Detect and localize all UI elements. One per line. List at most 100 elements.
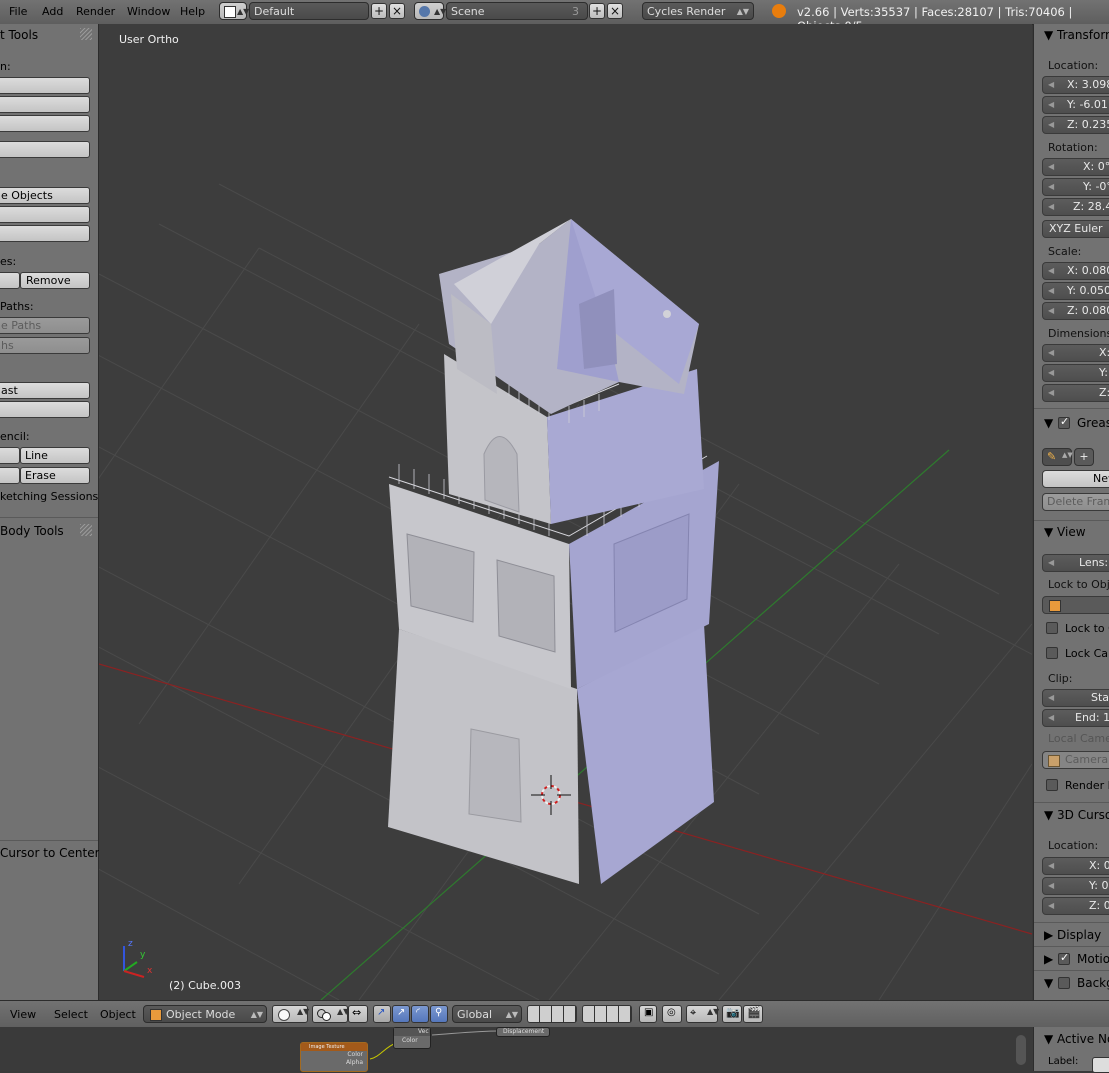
- add-scene-button[interactable]: +: [589, 3, 605, 19]
- rotation-y-field[interactable]: ◀Y: -0°: [1042, 178, 1109, 196]
- cursor-y-field[interactable]: ◀Y: 0.: [1042, 877, 1109, 895]
- scene-icon[interactable]: ▲▼: [414, 2, 446, 20]
- 3d-viewport[interactable]: User Ortho (2) Cube.003 z y x: [99, 24, 1032, 1000]
- translate-button[interactable]: [0, 77, 90, 94]
- cursor-z-field[interactable]: ◀Z: 0.: [1042, 897, 1109, 915]
- render-still-icon[interactable]: 📷: [722, 1005, 742, 1023]
- color-output-socket[interactable]: Color: [301, 1051, 367, 1059]
- pencil-icon[interactable]: ✎ ▲▼: [1042, 448, 1073, 466]
- manipulator-toggle-icon[interactable]: ⇔: [348, 1005, 368, 1023]
- menu-add[interactable]: Add: [42, 5, 63, 18]
- erase-button[interactable]: Erase: [20, 467, 90, 484]
- screen-layout-icon[interactable]: ▲▼: [219, 2, 249, 20]
- lock-object-field[interactable]: [1042, 596, 1109, 614]
- scale-x-field[interactable]: ◀ X: 0.080: [1042, 262, 1109, 280]
- set-origin-button[interactable]: [0, 225, 90, 242]
- scale-y-field[interactable]: ◀ Y: 0.050: [1042, 282, 1109, 300]
- background-images-checkbox[interactable]: [1058, 977, 1070, 989]
- clear-paths-button[interactable]: hs: [0, 337, 90, 354]
- camera-field[interactable]: Camera: [1042, 751, 1109, 769]
- scene-field[interactable]: Scene 3: [446, 2, 588, 20]
- vector-node[interactable]: Vec Color: [393, 1027, 431, 1049]
- 3d-cursor-panel-header[interactable]: ▼ 3D Curso: [1044, 808, 1109, 822]
- scale-z-field[interactable]: ◀ Z: 0.080: [1042, 302, 1109, 320]
- render-engine-select[interactable]: Cycles Render ▲▼: [642, 2, 754, 20]
- delete-frame-button[interactable]: Delete Frame: [1042, 493, 1109, 511]
- rotation-x-field[interactable]: ◀ X: 0°: [1042, 158, 1109, 176]
- rotate-manipulator-icon[interactable]: ↗: [392, 1005, 410, 1023]
- proportional-edit-icon[interactable]: ◎: [662, 1005, 682, 1023]
- line-button[interactable]: Line: [20, 447, 90, 464]
- lens-field[interactable]: ◀ Lens:: [1042, 554, 1109, 572]
- menu-help[interactable]: Help: [180, 5, 205, 18]
- motion-tracking-checkbox[interactable]: [1058, 951, 1070, 965]
- remove-layout-button[interactable]: ×: [389, 3, 405, 19]
- rigid-body-tools-header[interactable]: Body Tools: [0, 524, 64, 538]
- active-node-header[interactable]: ▼ Active No: [1044, 1032, 1109, 1046]
- render-border-checkbox[interactable]: [1046, 779, 1058, 791]
- menu-window[interactable]: Window: [127, 5, 170, 18]
- rotation-z-field[interactable]: ◀Z: 28.46: [1042, 198, 1109, 216]
- dimensions-y-field[interactable]: ◀Y: 0: [1042, 364, 1109, 382]
- repeat-last-button[interactable]: ast: [0, 382, 90, 399]
- edit-objects-button[interactable]: e Objects: [0, 187, 90, 204]
- join-button[interactable]: [0, 206, 90, 223]
- menu-select[interactable]: Select: [54, 1008, 88, 1021]
- menu-render[interactable]: Render: [76, 5, 115, 18]
- transform-orientation-select[interactable]: Global ▲▼: [452, 1005, 522, 1023]
- tower-mesh[interactable]: [388, 219, 719, 884]
- add-layout-button[interactable]: +: [371, 3, 387, 19]
- display-panel-header[interactable]: ▶ Display: [1044, 928, 1101, 942]
- displacement-node[interactable]: Displacement: [496, 1027, 550, 1037]
- grease-pencil-panel-header[interactable]: ▼: [1044, 416, 1053, 430]
- calculate-paths-button[interactable]: e Paths: [0, 317, 90, 334]
- history-button[interactable]: [0, 401, 90, 418]
- background-panel-header[interactable]: ▼: [1044, 976, 1053, 990]
- new-grease-pencil-button[interactable]: New: [1042, 470, 1109, 488]
- panel-drag-icon[interactable]: [80, 28, 92, 40]
- clip-start-field[interactable]: ◀Start:: [1042, 689, 1109, 707]
- add-button[interactable]: [0, 272, 20, 289]
- remove-scene-button[interactable]: ×: [607, 3, 623, 19]
- node-editor-scrollbar[interactable]: [1016, 1035, 1026, 1065]
- draw-button[interactable]: [0, 447, 20, 464]
- lock-camera-checkbox[interactable]: [1046, 647, 1058, 659]
- location-z-field[interactable]: ◀ Z: 0.235: [1042, 116, 1109, 134]
- rotate-button[interactable]: [0, 96, 90, 113]
- clip-end-field[interactable]: ◀End: 10: [1042, 709, 1109, 727]
- menu-view[interactable]: View: [10, 1008, 36, 1021]
- scale-manipulator-icon[interactable]: ◜: [411, 1005, 429, 1023]
- scale-button[interactable]: [0, 115, 90, 132]
- location-y-field[interactable]: ◀Y: -6.011: [1042, 96, 1109, 114]
- viewport-shading-icon[interactable]: ▲▼: [272, 1005, 309, 1023]
- lock-to-cursor-checkbox[interactable]: [1046, 622, 1058, 634]
- add-layer-icon[interactable]: +: [1074, 448, 1094, 466]
- scene-layers-row1-icon[interactable]: [527, 1005, 577, 1023]
- rotation-mode-select[interactable]: XYZ Euler: [1042, 220, 1109, 238]
- cursor-to-center-button[interactable]: Cursor to Center: [0, 846, 100, 860]
- grease-pencil-checkbox[interactable]: [1058, 415, 1070, 429]
- menu-file[interactable]: File: [9, 5, 27, 18]
- pivot-point-icon[interactable]: ▲▼: [312, 1005, 349, 1023]
- scene-layers-row2-icon[interactable]: [582, 1005, 632, 1023]
- screen-layout-field[interactable]: Default: [249, 2, 369, 20]
- poly-button[interactable]: [0, 467, 20, 484]
- mode-select[interactable]: Object Mode ▲▼: [143, 1005, 267, 1023]
- panel-drag-icon[interactable]: [80, 524, 92, 536]
- image-texture-node[interactable]: Image Texture Color Alpha: [300, 1042, 368, 1072]
- motion-panel-header[interactable]: ▶: [1044, 952, 1053, 966]
- node-editor[interactable]: Image Texture Color Alpha Vec Color Disp…: [0, 1027, 1033, 1072]
- alpha-output-socket[interactable]: Alpha: [301, 1059, 367, 1067]
- cursor-x-field[interactable]: ◀X: 0.: [1042, 857, 1109, 875]
- view-panel-header[interactable]: ▼ View: [1044, 525, 1086, 539]
- snap-element-icon[interactable]: ⌖ ▲▼: [686, 1005, 719, 1023]
- sketching-sessions-label[interactable]: ketching Sessions: [0, 490, 98, 503]
- remove-button[interactable]: Remove: [20, 272, 90, 289]
- translate-manipulator-icon[interactable]: ↗: [373, 1005, 391, 1023]
- render-animation-icon[interactable]: 🎬: [743, 1005, 763, 1023]
- transform-panel-header[interactable]: ▼ Transform: [1044, 28, 1109, 42]
- mirror-button[interactable]: [0, 141, 90, 158]
- lock-layers-icon[interactable]: ▣: [639, 1005, 657, 1023]
- location-x-field[interactable]: ◀ X: 3.098: [1042, 76, 1109, 94]
- dimensions-x-field[interactable]: ◀X: 0: [1042, 344, 1109, 362]
